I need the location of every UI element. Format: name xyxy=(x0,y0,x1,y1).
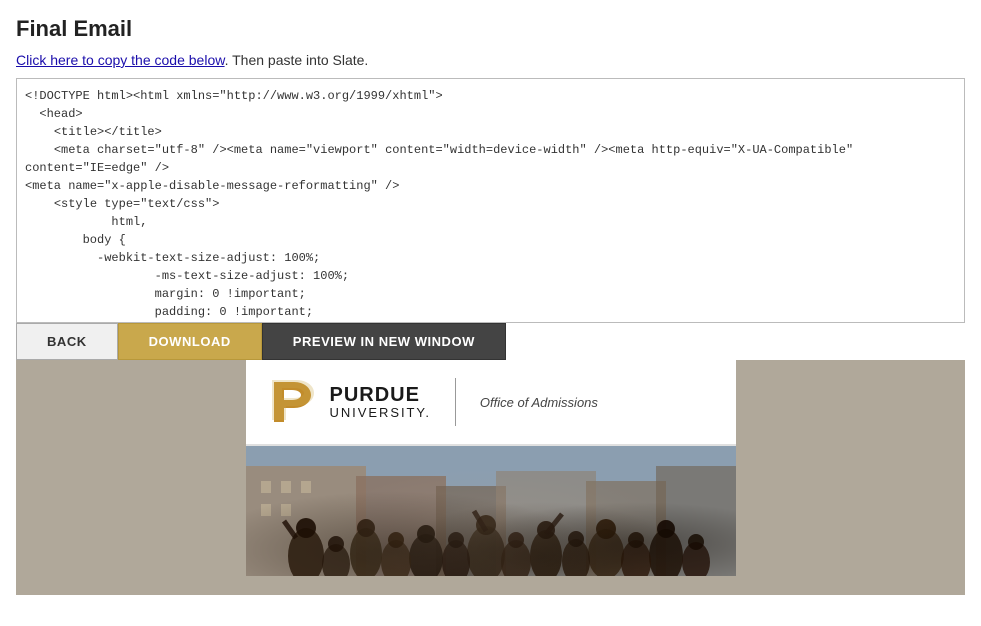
purdue-header: PURDUE UNIVERSITY. Office of Admissions xyxy=(246,360,736,446)
download-button[interactable]: DOWNLOAD xyxy=(118,323,262,360)
copy-link-suffix: . Then paste into Slate. xyxy=(225,52,369,68)
purdue-university-word: UNIVERSITY. xyxy=(330,406,431,420)
code-area-wrapper: <!DOCTYPE html><html xmlns="http://www.w… xyxy=(16,78,965,323)
code-textarea[interactable]: <!DOCTYPE html><html xmlns="http://www.w… xyxy=(17,79,964,322)
preview-photo xyxy=(246,446,736,576)
page-container: Final Email Click here to copy the code … xyxy=(0,0,981,595)
preview-button[interactable]: PREVIEW IN NEW WINDOW xyxy=(262,323,506,360)
purdue-logo: PURDUE UNIVERSITY. xyxy=(266,376,431,428)
crowd-overlay xyxy=(246,446,736,576)
page-title: Final Email xyxy=(16,16,965,42)
purdue-divider xyxy=(455,378,456,426)
copy-code-link[interactable]: Click here to copy the code below xyxy=(16,52,225,68)
copy-link-row: Click here to copy the code below. Then … xyxy=(16,52,965,68)
toolbar: BACK DOWNLOAD PREVIEW IN NEW WINDOW xyxy=(16,323,965,360)
purdue-office: Office of Admissions xyxy=(480,395,598,410)
preview-inner: PURDUE UNIVERSITY. Office of Admissions xyxy=(246,360,736,576)
purdue-p-icon xyxy=(266,376,318,428)
purdue-university-text: PURDUE UNIVERSITY. xyxy=(330,384,431,420)
purdue-name: PURDUE xyxy=(330,384,431,406)
preview-section: PURDUE UNIVERSITY. Office of Admissions xyxy=(16,360,965,595)
back-button[interactable]: BACK xyxy=(16,323,118,360)
